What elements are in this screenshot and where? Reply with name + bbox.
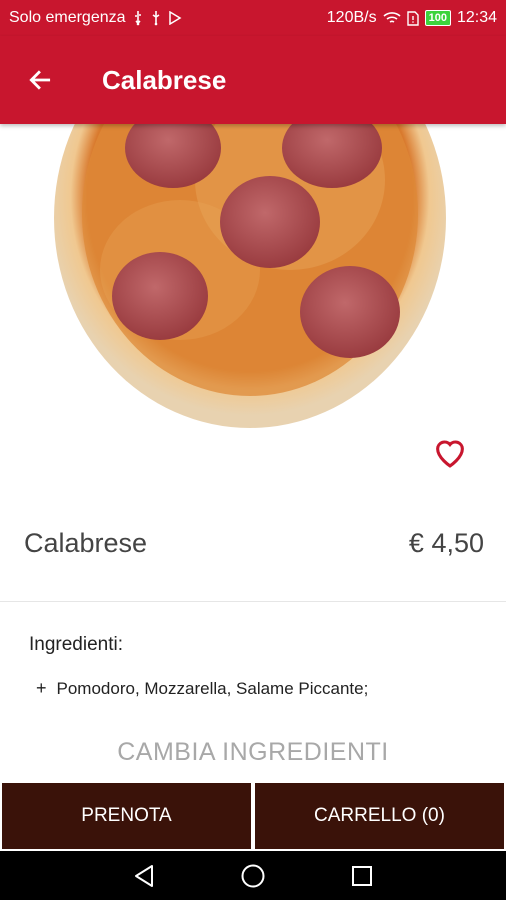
usb-debug-icon xyxy=(150,10,162,26)
ingredient-text: Pomodoro, Mozzarella, Salame Piccante; xyxy=(56,678,369,698)
status-left: Solo emergenza xyxy=(9,9,182,27)
nav-back-button[interactable] xyxy=(124,856,164,896)
usb-icon xyxy=(132,10,144,26)
back-button[interactable] xyxy=(0,36,80,124)
carrier-text: Solo emergenza xyxy=(9,9,126,26)
heart-outline-icon xyxy=(436,440,464,468)
app-bar: Calabrese xyxy=(0,36,506,124)
system-nav-bar xyxy=(0,851,506,900)
divider xyxy=(0,601,506,602)
change-ingredients-button[interactable]: CAMBIA INGREDIENTI xyxy=(0,730,506,774)
square-recents-icon xyxy=(351,865,372,886)
network-speed: 120B/s xyxy=(326,9,377,26)
product-price: € 4,50 xyxy=(408,527,484,558)
nav-recents-button[interactable] xyxy=(342,856,382,896)
status-bar: Solo emergenza 120B/s 100 12:34 xyxy=(0,0,506,36)
triangle-back-icon xyxy=(135,864,154,887)
play-store-icon xyxy=(168,11,182,25)
book-button[interactable]: PRENOTA xyxy=(2,783,251,849)
arrow-left-icon xyxy=(29,70,51,90)
page-title: Calabrese xyxy=(102,64,227,95)
cart-button[interactable]: CARRELLO (0) xyxy=(255,783,504,849)
ingredients-title: Ingredienti: xyxy=(29,634,124,655)
favorite-button[interactable] xyxy=(428,430,472,474)
plus-icon: + xyxy=(36,678,47,698)
product-image xyxy=(40,110,460,430)
product-name: Calabrese xyxy=(24,527,148,558)
product-info: Calabrese € 4,50 xyxy=(0,520,506,566)
ingredient-item: + Pomodoro, Mozzarella, Salame Piccante; xyxy=(36,678,368,699)
battery-icon: 100 xyxy=(424,10,451,26)
bottom-actions: PRENOTA CARRELLO (0) xyxy=(0,783,506,849)
circle-home-icon xyxy=(241,864,265,887)
nav-home-button[interactable] xyxy=(233,856,273,896)
wifi-icon xyxy=(383,11,401,25)
sim-icon xyxy=(406,10,419,26)
status-right: 120B/s 100 12:34 xyxy=(327,9,497,27)
clock: 12:34 xyxy=(456,9,497,26)
